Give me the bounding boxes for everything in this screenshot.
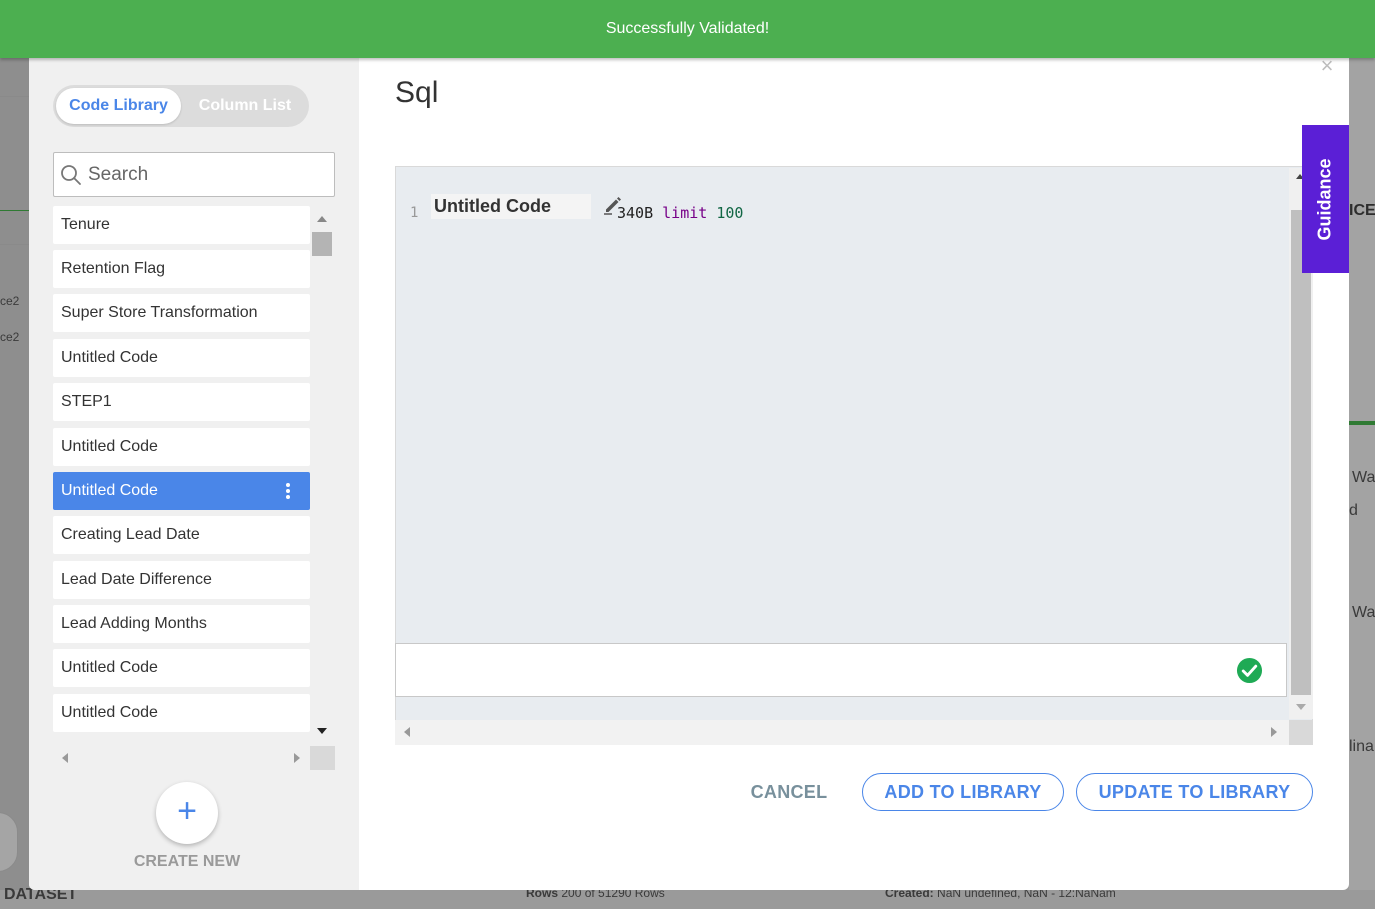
list-item-label: Creating Lead Date bbox=[61, 526, 200, 543]
guidance-tab[interactable]: Guidance bbox=[1302, 125, 1349, 273]
scroll-thumb[interactable] bbox=[312, 232, 332, 256]
cancel-button[interactable]: CANCEL bbox=[734, 773, 844, 811]
add-to-library-button[interactable]: ADD TO LIBRARY bbox=[862, 773, 1064, 811]
code-text[interactable]: 340B limit 100 bbox=[617, 204, 743, 222]
list-item[interactable]: Untitled Code bbox=[53, 428, 310, 466]
list-item-label: Super Store Transformation bbox=[61, 304, 258, 321]
background-footer bbox=[0, 890, 1375, 909]
list-item[interactable]: Untitled Code bbox=[53, 694, 310, 732]
editor-horizontal-scrollbar[interactable] bbox=[395, 720, 1289, 745]
line-number: 1 bbox=[410, 205, 419, 221]
code-name-field[interactable]: Untitled Code bbox=[431, 194, 591, 219]
list-item-label: STEP1 bbox=[61, 393, 112, 410]
search-box bbox=[53, 152, 335, 197]
code-library-panel: Code Library Column List Tenure Retentio… bbox=[29, 58, 359, 890]
list-vertical-scrollbar[interactable] bbox=[310, 208, 334, 740]
list-item-label: Untitled Code bbox=[61, 438, 158, 455]
code-list: Tenure Retention Flag Super Store Transf… bbox=[53, 206, 310, 740]
list-item[interactable]: Creating Lead Date bbox=[53, 516, 310, 554]
search-icon bbox=[61, 165, 81, 185]
list-item[interactable]: Untitled Code bbox=[53, 649, 310, 687]
code-keyword: limit bbox=[662, 204, 708, 222]
create-new-label[interactable]: CREATE NEW bbox=[53, 853, 321, 871]
list-item-label: Lead Date Difference bbox=[61, 571, 212, 588]
background-divider bbox=[0, 96, 29, 97]
validated-check-icon bbox=[1236, 657, 1263, 684]
background-fragment: lina bbox=[1349, 738, 1374, 755]
list-item-selected[interactable]: Untitled Code bbox=[53, 472, 310, 510]
background-fragment: ce2 bbox=[0, 294, 20, 308]
list-item-label: Untitled Code bbox=[61, 482, 158, 499]
create-new-button[interactable]: + bbox=[156, 782, 218, 844]
scroll-left-icon[interactable] bbox=[404, 727, 410, 737]
validation-status-box bbox=[395, 643, 1287, 697]
tab-code-library[interactable]: Code Library bbox=[56, 88, 181, 124]
list-item-label: Lead Adding Months bbox=[61, 615, 207, 632]
scroll-thumb[interactable] bbox=[1291, 210, 1311, 695]
scroll-right-icon[interactable] bbox=[1271, 727, 1277, 737]
list-item-label: Untitled Code bbox=[61, 704, 158, 721]
list-item-label: Tenure bbox=[61, 216, 110, 233]
scroll-down-icon[interactable] bbox=[1296, 704, 1306, 710]
editor-scroll-down[interactable] bbox=[1289, 695, 1313, 719]
background-fragment: ICE bbox=[1349, 202, 1375, 219]
scrollbar-corner bbox=[1289, 720, 1313, 745]
list-item[interactable]: Retention Flag bbox=[53, 250, 310, 288]
list-item[interactable]: Lead Date Difference bbox=[53, 561, 310, 599]
more-options-icon[interactable] bbox=[286, 483, 290, 499]
background-divider bbox=[0, 244, 29, 245]
code-number: 100 bbox=[716, 204, 744, 222]
tab-column-list[interactable]: Column List bbox=[183, 88, 307, 124]
background-divider bbox=[0, 210, 29, 211]
update-to-library-button[interactable]: UPDATE TO LIBRARY bbox=[1076, 773, 1313, 811]
list-item[interactable]: Untitled Code bbox=[53, 339, 310, 377]
success-banner: Successfully Validated! bbox=[0, 0, 1375, 58]
scroll-left-icon[interactable] bbox=[62, 753, 68, 763]
background-fragment: d bbox=[1349, 502, 1358, 519]
list-item[interactable]: Lead Adding Months bbox=[53, 605, 310, 643]
background-fragment: ce2 bbox=[0, 330, 20, 344]
panel-toggle: Code Library Column List bbox=[53, 85, 309, 127]
scroll-up-icon[interactable] bbox=[317, 216, 327, 222]
code-library-dialog: Code Library Column List Tenure Retentio… bbox=[29, 58, 1349, 890]
background-fragment: Wa bbox=[1352, 469, 1375, 486]
search-input[interactable] bbox=[88, 153, 328, 196]
background-left-strip bbox=[0, 58, 29, 909]
dialog-title: Sql bbox=[395, 76, 439, 109]
list-item-label: Untitled Code bbox=[61, 349, 158, 366]
scroll-right-icon[interactable] bbox=[294, 753, 300, 763]
close-icon[interactable]: × bbox=[1316, 58, 1338, 80]
background-fragment: Wa bbox=[1352, 604, 1375, 621]
code-token: 340B bbox=[617, 204, 663, 222]
list-horizontal-scrollbar[interactable] bbox=[53, 746, 335, 770]
list-item-label: Untitled Code bbox=[61, 659, 158, 676]
guidance-label: Guidance bbox=[1315, 157, 1335, 241]
scrollbar-corner bbox=[310, 746, 335, 770]
list-item[interactable]: STEP1 bbox=[53, 383, 310, 421]
scroll-down-icon[interactable] bbox=[317, 728, 327, 734]
background-accent-line bbox=[1349, 421, 1375, 425]
list-item[interactable]: Tenure bbox=[53, 206, 310, 244]
list-item[interactable]: Super Store Transformation bbox=[53, 294, 310, 332]
list-item-label: Retention Flag bbox=[61, 260, 166, 277]
